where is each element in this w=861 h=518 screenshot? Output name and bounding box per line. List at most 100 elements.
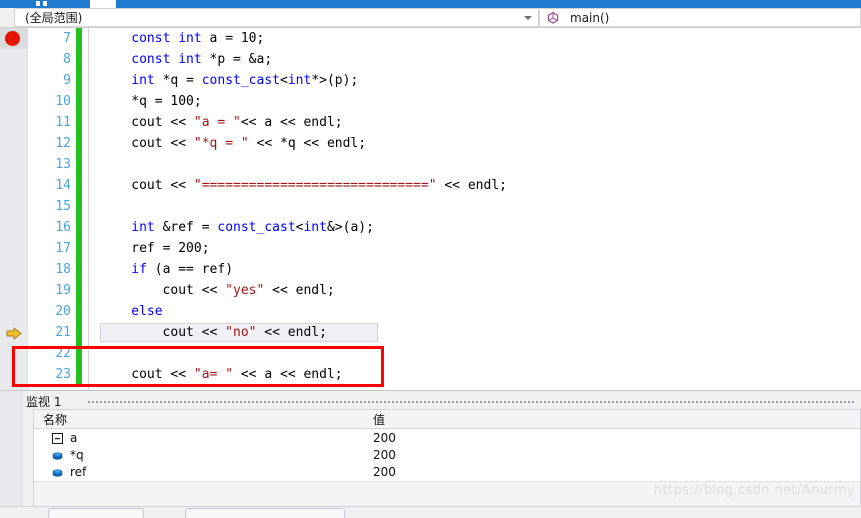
watch-row-value[interactable]: 200 [373,448,396,462]
chevron-down-icon[interactable] [524,15,532,20]
watch-panel-left-edge [0,391,22,518]
code-text: const int *p = &a; [131,49,272,70]
watch-row[interactable]: ref 200 [34,464,860,481]
code-token: << *q << endl; [248,136,367,151]
code-line[interactable]: 7 const int a = 10; [0,28,861,49]
code-line[interactable]: 12 cout << "*q = " << *q << endl; [0,133,861,154]
code-token: (a == ref) [146,262,234,277]
change-tracking-bar [76,49,82,70]
code-token: &>(a); [326,220,374,235]
code-token: "=============================" [193,178,437,193]
breakpoint-gutter-cell[interactable] [0,28,28,49]
field-icon[interactable] [51,466,64,479]
code-line[interactable]: 18 if (a == ref) [0,259,861,280]
bottom-tab-1[interactable] [48,508,144,518]
change-tracking-bar [76,259,82,280]
line-number: 18 [55,262,71,277]
change-tracking-bar [76,91,82,112]
watch-row-name[interactable]: ref [70,465,86,479]
active-document-tab[interactable] [0,0,90,8]
code-token: "no" [225,325,257,340]
code-line[interactable]: 14 cout << "=============================… [0,175,861,196]
current-statement-arrow-icon [6,326,22,341]
watch-row-value[interactable]: 200 [373,431,396,445]
watermark-text: https://blog.csdn.net/Anurmy [653,483,855,498]
code-text: cout << "=============================" … [131,175,507,196]
line-number: 20 [55,304,71,319]
line-number: 16 [55,220,71,235]
code-text: cout << "a= " << a << endl; [131,364,342,385]
field-icon[interactable] [51,449,64,462]
code-text: ref = 200; [131,238,209,259]
watch-column-header-value[interactable]: 值 [373,411,385,428]
method-icon [546,11,560,25]
code-token: int [131,220,155,235]
dropdown-separator [539,10,540,27]
code-line[interactable]: 10 *q = 100; [0,91,861,112]
line-number: 23 [55,367,71,382]
code-token: const_cast [217,220,296,235]
watch-column-header-name[interactable]: 名称 [43,411,67,428]
code-line[interactable]: 16 int &ref = const_cast<int&>(a); [0,217,861,238]
change-tracking-bar [76,175,82,196]
code-token: << endl; [256,325,327,340]
change-tracking-bar [76,112,82,133]
code-line[interactable]: 23 cout << "a= " << a << endl; [0,364,861,385]
breakpoint-icon[interactable] [5,31,20,46]
code-line[interactable]: 19 cout << "yes" << endl; [0,280,861,301]
line-number: 13 [55,157,71,172]
code-line[interactable]: 22 [0,343,861,364]
line-number: 17 [55,241,71,256]
code-line[interactable]: 21 cout << "no" << endl; [0,322,861,343]
code-text: const int a = 10; [131,28,264,49]
line-number: 10 [55,94,71,109]
watch-row[interactable]: a 200 [34,430,860,447]
change-tracking-bar [76,364,82,385]
line-number: 22 [55,346,71,361]
code-line[interactable]: 13 [0,154,861,175]
line-number: 7 [63,31,71,46]
visual-studio-debug-window: (全局范围) main() 7 const int a = 10; 8 const i… [0,0,861,518]
bottom-tab-2[interactable] [185,508,345,518]
watch-header-row: 名称 值 [34,410,860,429]
code-text: cout << "*q = " << *q << endl; [131,133,366,154]
code-token: "a= " [193,367,234,382]
code-token: const_cast [201,73,280,88]
code-token: << endl; [264,283,335,298]
expand-collapse-icon[interactable] [51,432,64,445]
code-text: int &ref = const_cast<int&>(a); [131,217,374,238]
line-number: 9 [63,73,71,88]
code-line[interactable]: 9 int *q = const_cast<int*>(p); [0,70,861,91]
code-token: *p = &a; [201,52,273,67]
code-line[interactable]: 8 const int *p = &a; [0,49,861,70]
code-line[interactable]: 11 cout << "a = "<< a << endl; [0,112,861,133]
code-text: if (a == ref) [131,259,233,280]
watch-panel-title: 监视 1 [26,395,62,409]
member-dropdown[interactable]: main() [539,8,861,27]
code-editor[interactable]: 7 const int a = 10; 8 const int *p = &a; 9 in… [0,28,861,390]
code-token: else [131,304,163,319]
watch-row-value[interactable]: 200 [373,465,396,479]
code-token: << a << endl; [233,367,343,382]
code-token: << a << endl; [240,115,343,130]
watch-row[interactable]: *q 200 [34,447,860,464]
watch-row-name[interactable]: *q [70,448,84,462]
code-line[interactable]: 17 ref = 200; [0,238,861,259]
navigation-bar: (全局范围) main() [0,8,861,28]
line-number: 12 [55,136,71,151]
code-line[interactable]: 15 [0,196,861,217]
scope-dropdown-value: (全局范围) [25,11,83,25]
watch-row-name[interactable]: a [70,431,77,445]
code-text: int *q = const_cast<int*>(p); [131,70,358,91]
code-token: *q = [154,73,202,88]
change-tracking-bar [76,217,82,238]
tab-dots-icon [36,1,54,6]
change-tracking-bar [76,196,82,217]
change-tracking-bar [76,154,82,175]
change-tracking-bar [76,280,82,301]
code-token: a = 10; [201,31,265,46]
tab-strip-gap [90,0,116,8]
scope-dropdown[interactable]: (全局范围) [14,8,539,27]
code-text: cout << "yes" << endl; [163,280,335,301]
code-line[interactable]: 20 else [0,301,861,322]
